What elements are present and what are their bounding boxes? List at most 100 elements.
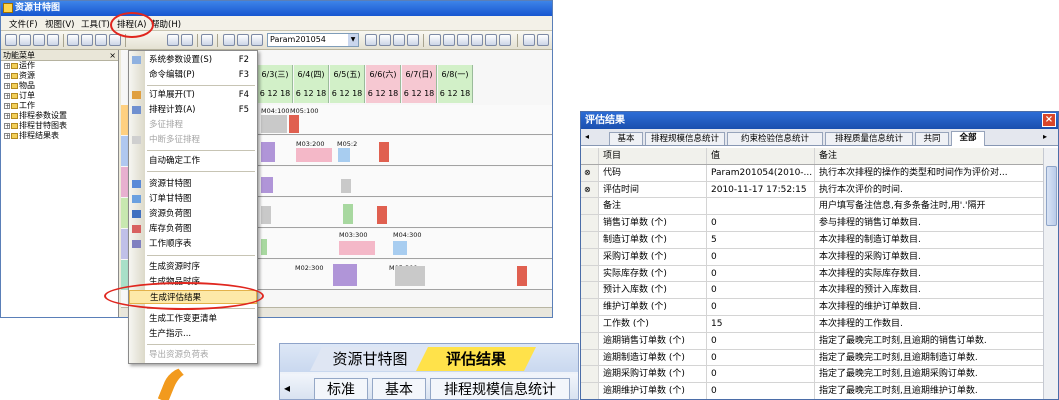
table-row[interactable]: 工作数 (个) 15 本次排程的工作数目. [581, 315, 1044, 333]
column-header-item[interactable]: 项目 [599, 148, 707, 164]
settings-icon[interactable] [223, 34, 235, 46]
expand-icon[interactable]: + [4, 123, 10, 130]
preview-icon[interactable] [81, 34, 93, 46]
table-row[interactable]: 采购订单数 (个) 0 本次排程的采购订单数目. [581, 248, 1044, 266]
run-icon[interactable] [251, 34, 263, 46]
zoom-icon[interactable] [201, 34, 213, 46]
link-icon[interactable] [471, 34, 483, 46]
split-icon[interactable] [485, 34, 497, 46]
close-icon[interactable] [523, 34, 535, 46]
expand-icon[interactable]: + [4, 133, 10, 140]
scrollbar-thumb[interactable] [1046, 166, 1057, 226]
table-row[interactable]: 预计入库数 (个) 0 本次排程的预计入库数目. [581, 282, 1044, 300]
open-icon[interactable] [19, 34, 31, 46]
chevron-down-icon[interactable]: ▼ [348, 34, 358, 46]
table-row[interactable]: 逾期采购订单数 (个) 0 指定了最晚完工时刻,且逾期采购订单数. [581, 366, 1044, 384]
tab-scroll-left-icon[interactable]: ◂ [284, 381, 290, 395]
gantt-bar[interactable] [333, 264, 357, 286]
gantt-bar[interactable] [379, 142, 389, 162]
gantt-bar[interactable] [338, 148, 350, 162]
expand-icon[interactable]: + [4, 63, 10, 70]
tab-schedule-quality[interactable]: 排程质量信息统计 [825, 132, 913, 145]
gantt-bar[interactable] [343, 204, 353, 224]
expand-icon[interactable]: + [4, 83, 10, 90]
menu-tools[interactable]: 工具(T) [81, 18, 110, 30]
table-row[interactable]: ⊗ 代码 Param201054(2010-... 执行本次排程的操作的类型和时间作为… [581, 164, 1044, 182]
save-icon[interactable] [33, 34, 45, 46]
save-all-icon[interactable] [47, 34, 59, 46]
tab-basic[interactable]: 基本 [372, 378, 426, 399]
tab-constraint-check[interactable]: 约束检验信息统计 [727, 132, 823, 145]
tab-resource-gantt[interactable]: 资源甘特图 [310, 347, 430, 371]
resource-icon[interactable] [379, 34, 391, 46]
table-row[interactable]: 实际库存数 (个) 0 本次排程的实际库存数目. [581, 265, 1044, 283]
tab-common[interactable]: 共同 [915, 132, 949, 145]
tree-item-result-table[interactable]: + 排程结果表 [1, 131, 118, 141]
expand-icon[interactable]: + [4, 73, 10, 80]
gantt-bar[interactable] [395, 266, 425, 286]
gantt-bar[interactable] [261, 177, 273, 193]
cut-icon[interactable] [95, 34, 107, 46]
new-icon[interactable] [5, 34, 17, 46]
gantt-bar[interactable] [261, 115, 287, 133]
stock-icon[interactable] [407, 34, 419, 46]
param-combo[interactable]: Param201054 ▼ [267, 33, 359, 47]
close-icon[interactable]: × [1042, 113, 1056, 127]
print-icon[interactable] [67, 34, 79, 46]
tree-item-resource[interactable]: + 资源 [1, 71, 118, 81]
menu-file[interactable]: 文件(F) [9, 18, 38, 30]
table-row[interactable]: 制造订单数 (个) 5 本次排程的制造订单数目. [581, 231, 1044, 249]
menu-item-order-gantt[interactable]: 订单甘特图 [129, 192, 257, 206]
merge-icon[interactable] [499, 34, 511, 46]
edit-icon[interactable] [237, 34, 249, 46]
tab-all[interactable]: 全部 [951, 131, 985, 146]
column-header-value[interactable]: 值 [707, 148, 815, 164]
expand-icon[interactable]: + [4, 113, 10, 120]
menu-item-resource-load[interactable]: 资源负荷图 [129, 207, 257, 221]
gantt-bar[interactable] [261, 206, 271, 224]
menu-view[interactable]: 视图(V) [45, 18, 74, 30]
menu-item-schedule-calc[interactable]: 排程计算(A) F5 [129, 103, 257, 117]
tree-item-order[interactable]: + 订单 [1, 91, 118, 101]
menu-item-gen-change-list[interactable]: 生成工作变更清单 [129, 312, 257, 326]
table-row[interactable]: 备注 用户填写备注信息,有多条备注时,用'.'隔开 [581, 198, 1044, 216]
tree-item-item[interactable]: + 物品 [1, 81, 118, 91]
gantt-bar[interactable] [377, 206, 387, 224]
tab-scroll-left-icon[interactable]: ◂ [585, 132, 589, 141]
menu-item-resource-gantt[interactable]: 资源甘特图 [129, 177, 257, 191]
expand-icon[interactable]: + [4, 93, 10, 100]
gantt-bar[interactable] [517, 266, 527, 286]
tab-schedule-scale[interactable]: 排程规模信息统计 [645, 132, 725, 145]
menu-item-system-settings[interactable]: 系统参数设置(S) F2 [129, 53, 257, 67]
tree-item-work[interactable]: + 工作 [1, 101, 118, 111]
table-row[interactable]: 维护订单数 (个) 0 本次排程的维护订单数目. [581, 299, 1044, 316]
list-icon[interactable] [443, 34, 455, 46]
order-icon[interactable] [393, 34, 405, 46]
tab-scroll-right-icon[interactable]: ▸ [1043, 132, 1047, 141]
undo-icon[interactable] [167, 34, 179, 46]
redo-icon[interactable] [181, 34, 193, 46]
menu-item-gen-resource-timing[interactable]: 生成资源时序 [129, 260, 257, 274]
filter-icon[interactable] [457, 34, 469, 46]
chart-icon[interactable] [365, 34, 377, 46]
menu-item-command-edit[interactable]: 命令编辑(P) F3 [129, 68, 257, 82]
menu-item-production-instruction[interactable]: 生产指示... [129, 327, 257, 341]
gantt-bar[interactable] [261, 239, 267, 255]
menu-help[interactable]: 帮助(H) [151, 18, 181, 30]
column-header-note[interactable]: 备注 [815, 148, 1044, 164]
table-row[interactable]: 逾期销售订单数 (个) 0 指定了最晚完工时刻,且逾期的销售订单数. [581, 332, 1044, 350]
tree-item-schedule-params[interactable]: + 排程参数设置 [1, 111, 118, 121]
vertical-scrollbar[interactable] [1043, 148, 1058, 399]
tab-schedule-scale[interactable]: 排程规模信息统计 [430, 378, 570, 399]
tree-item-operation[interactable]: + 运作 [1, 61, 118, 71]
gantt-bar[interactable] [261, 142, 275, 162]
table-row[interactable]: ⊗ 评估时间 2010-11-17 17:52:15 执行本次评价的时间. [581, 181, 1044, 199]
grid-icon[interactable] [429, 34, 441, 46]
gantt-bar[interactable] [393, 241, 407, 255]
table-row[interactable]: 销售订单数 (个) 0 参与排程的销售订单数目. [581, 215, 1044, 232]
tab-basic[interactable]: 基本 [609, 132, 643, 145]
back-icon[interactable] [537, 34, 549, 46]
table-row[interactable]: 逾期制造订单数 (个) 0 指定了最晚完工时刻,且逾期制造订单数. [581, 349, 1044, 367]
menu-item-auto-confirm[interactable]: 自动确定工作 [129, 154, 257, 168]
gantt-bar[interactable] [289, 115, 299, 133]
